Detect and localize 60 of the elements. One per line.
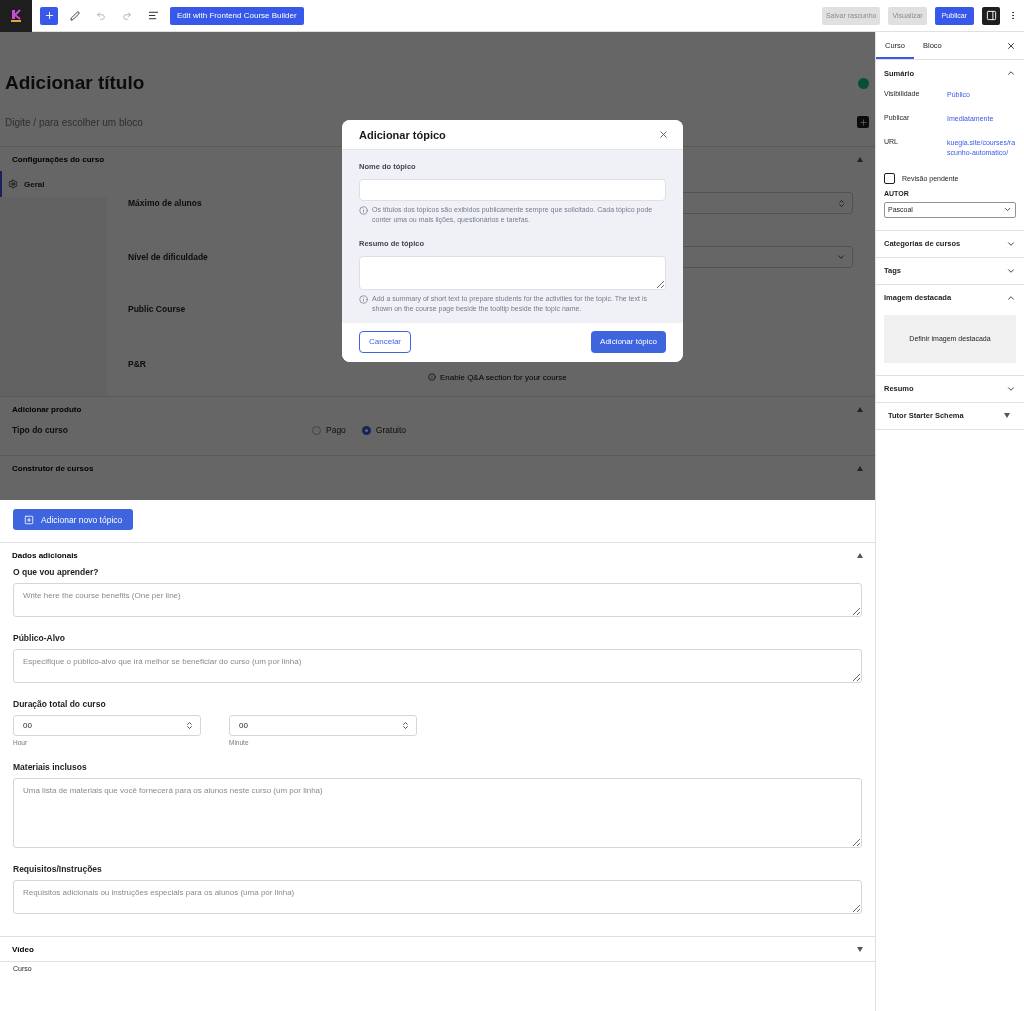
gear-icon (8, 179, 18, 189)
field-label: Public Course (128, 304, 186, 314)
cancel-button[interactable]: Cancelar (359, 330, 411, 353)
section-title: Construtor de cursos (12, 463, 94, 473)
section-title: Dados adicionais (12, 550, 78, 560)
field-label: O que vou aprender? (13, 567, 100, 577)
topic-name-field[interactable] (359, 179, 666, 201)
hint-text: Enable Q&A section for your course (440, 372, 567, 382)
section-title: Adicionar produto (12, 404, 82, 414)
sidebar-icon (985, 10, 997, 21)
chevron-up-icon (1006, 68, 1016, 78)
field-label: Requisitos/Instruções (13, 864, 103, 874)
add-block-button[interactable] (40, 6, 58, 25)
info-icon (428, 373, 436, 381)
sidebar-toggle-button[interactable] (982, 6, 1000, 25)
list-icon (147, 10, 159, 21)
field-label: Tipo do curso (12, 425, 69, 435)
info-icon (359, 295, 368, 305)
expand-triangle-icon (1004, 413, 1010, 419)
plus-icon (858, 117, 868, 127)
text-area[interactable]: Write here the course benefits (One per line) (13, 583, 862, 617)
chevron-down-icon (836, 252, 846, 262)
dialog-title: Adicionar tópico (359, 128, 446, 141)
plus-icon (43, 10, 55, 21)
collapse-triangle-icon[interactable] (857, 552, 863, 558)
undo-icon (96, 10, 106, 21)
number-input[interactable]: 00 (13, 715, 201, 736)
pen-icon (70, 10, 80, 21)
post-title-placeholder[interactable]: Adicionar título (5, 72, 145, 94)
text-area[interactable]: Requisitos adicionais ou instruções especiais para os alunos (uma por linha) (13, 880, 862, 914)
add-new-topic-button[interactable]: Adicionar novo tópico (13, 509, 134, 530)
close-icon[interactable] (658, 129, 669, 140)
expand-triangle-icon[interactable] (857, 946, 863, 952)
redo-icon (122, 10, 132, 21)
close-icon[interactable] (1006, 40, 1016, 51)
field-label: P&R (128, 359, 146, 369)
field-label: Nível de dificuldade (128, 252, 208, 262)
spinner-icon (401, 721, 410, 730)
field-label: Duração total do curso (13, 699, 107, 709)
info-icon (359, 206, 368, 215)
field-label: Máximo de alunos (128, 198, 202, 208)
spinner-icon (837, 198, 846, 208)
section-title: Vídeo (12, 944, 34, 954)
number-input[interactable]: 00 (229, 715, 417, 736)
site-logo[interactable] (0, 0, 32, 32)
field-label: Materiais inclusos (13, 762, 88, 772)
plus-icon (24, 514, 34, 525)
text-area[interactable]: Uma lista de materiais que você fornecerá para os alunos neste curso (um por linha) (13, 778, 862, 848)
add-block-button[interactable] (857, 116, 869, 128)
checkbox[interactable] (884, 172, 895, 184)
radio-option[interactable]: Pago (312, 425, 346, 435)
settings-tab[interactable]: Geral (0, 171, 107, 197)
text-area[interactable]: Especifique o público-alvo que irá melhor se beneficiar do curso (um por linha) (13, 649, 862, 683)
topic-summary-field[interactable] (359, 256, 666, 291)
section-title: Configurações do curso (12, 154, 104, 164)
add-topic-button[interactable]: Adicionar tópico (591, 330, 666, 353)
radio-option[interactable]: Gratuito (361, 425, 407, 435)
field-label: Público-Alvo (13, 633, 66, 643)
frontend-builder-button[interactable]: Edit with Frontend Course Builder (170, 6, 304, 25)
spinner-icon (185, 721, 194, 730)
